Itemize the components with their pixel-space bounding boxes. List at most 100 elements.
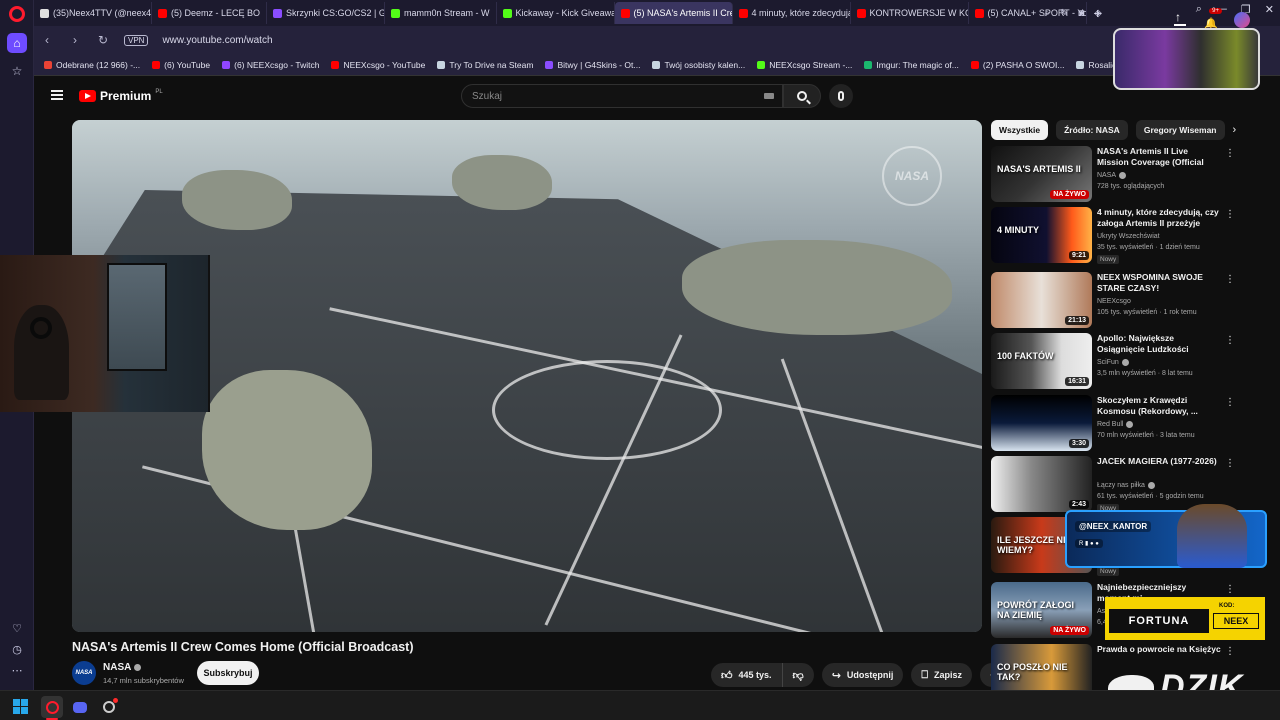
opera-logo-icon[interactable] (9, 6, 25, 22)
more-icon[interactable]: ⋯ (0, 664, 34, 677)
bookmark-item[interactable]: Odebrane (12 966) -... (44, 60, 140, 70)
channel-name[interactable]: NASA (103, 662, 142, 673)
browser-tab[interactable]: (5) Deemz - LECĘ BO (152, 2, 268, 24)
webcam-window (107, 263, 167, 371)
filter-chip[interactable]: Wszystkie (991, 120, 1049, 140)
recommendation-channel[interactable]: NASA (1097, 172, 1127, 179)
reload-icon[interactable]: ↻ (96, 33, 110, 47)
camera-icon[interactable]: ◙ (1078, 8, 1084, 19)
recommendation-item[interactable]: 3:30 Skoczyłem z Krawędzi Kosmosu (Rekord… (991, 395, 1241, 451)
star-icon[interactable]: ☆ (7, 61, 27, 81)
picture-in-picture[interactable] (1113, 28, 1260, 90)
vpn-badge[interactable]: VPN (124, 34, 149, 46)
zoom-icon[interactable]: ⌕ (1044, 8, 1050, 19)
shield-icon[interactable]: ◈ (1094, 8, 1102, 19)
voice-search-button[interactable] (829, 84, 853, 108)
kebab-menu-icon[interactable]: ⋮ (1225, 646, 1235, 657)
kebab-menu-icon[interactable]: ⋮ (1225, 209, 1235, 220)
keyboard-icon[interactable] (764, 93, 774, 99)
opera-taskbar-icon[interactable] (41, 696, 63, 718)
bookmark-item[interactable]: Imgur: The magic of... (864, 60, 959, 70)
channel-name-text[interactable]: NASA (103, 662, 131, 673)
history-icon[interactable]: ◷ (0, 643, 34, 656)
windows-start-icon[interactable] (13, 699, 28, 714)
bookmark-item[interactable]: (6) NEEXcsgo - Twitch (222, 60, 319, 70)
browser-tab[interactable]: KONTROWERSJE W KOŃC (851, 2, 969, 24)
back-icon[interactable]: ‹ (40, 33, 54, 47)
bookmark-label: (2) PASHA O SWOI... (982, 59, 1065, 70)
create-icon[interactable] (1174, 10, 1186, 26)
bookmark-favicon-icon (152, 60, 161, 69)
recommendation-item[interactable]: 100 FAKTÓW 16:31 Apollo: Największe Osiągn… (991, 333, 1241, 389)
recommendation-channel[interactable]: Ukryty Wszechświat (1097, 233, 1160, 240)
bookmark-item[interactable]: Try To Drive na Steam (437, 60, 533, 70)
recommendation-title[interactable]: NEEX WSPOMINA SWOJE STARE CZASY! (1097, 272, 1221, 294)
discord-taskbar-icon[interactable] (69, 696, 91, 718)
avatar[interactable] (1234, 12, 1250, 28)
browser-tab[interactable]: Kickaway - Kick Giveaway (497, 2, 615, 24)
recommendation-title[interactable]: JACEK MAGIERA (1977-2026) (1097, 456, 1221, 467)
recommendation-item[interactable]: 21:13 NEEX WSPOMINA SWOJE STARE CZASY! NEE… (991, 272, 1241, 328)
video-thumbnail[interactable]: 100 FAKTÓW 16:31 (991, 333, 1092, 389)
recommendation-item[interactable]: NASA'S ARTEMIS II NA ŻYWO NASA's Artemis I… (991, 146, 1241, 202)
recommendation-channel[interactable]: NEEXcsgo (1097, 298, 1131, 305)
save-label: Zapisz (934, 670, 963, 680)
app-taskbar-icon[interactable] (98, 696, 120, 718)
close-icon[interactable]: ✕ (1265, 3, 1274, 16)
fortuna-logo: FORTUNA (1109, 609, 1209, 633)
recommendation-title[interactable]: Prawda o powrocie na Księżyc (1097, 644, 1221, 655)
recommendation-channel[interactable]: Red Bull (1097, 421, 1134, 428)
home-icon[interactable]: ⌂ (7, 33, 27, 53)
recommendation-title[interactable]: NASA's Artemis II Live Mission Coverage … (1097, 146, 1221, 170)
video-thumbnail[interactable]: 2:43 (991, 456, 1092, 512)
kebab-menu-icon[interactable]: ⋮ (1225, 397, 1235, 408)
recommendation-channel[interactable]: Łączy nas piłka (1097, 482, 1155, 489)
kebab-menu-icon[interactable]: ⋮ (1225, 458, 1235, 469)
video-thumbnail[interactable]: 3:30 (991, 395, 1092, 451)
kebab-menu-icon[interactable]: ⋮ (1225, 148, 1235, 159)
video-thumbnail[interactable]: POWRÓT ZAŁOGI NA ZIEMIĘ NA ŻYWO (991, 582, 1092, 638)
chevron-right-icon[interactable]: › (1233, 124, 1237, 136)
duration-badge: 9:21 (1068, 251, 1089, 260)
recommendation-channel[interactable]: SciFun (1097, 359, 1129, 366)
kebab-menu-icon[interactable]: ⋮ (1225, 335, 1235, 346)
like-button[interactable]: 👍︎ 445 tys. (711, 663, 783, 687)
bookmark-item[interactable]: (2) PASHA O SWOI... (970, 59, 1065, 70)
recommendation-item[interactable]: 4 MINUTY 9:21 4 minuty, które zdecydują, c… (991, 207, 1241, 264)
browser-tab[interactable]: Skrzynki CS:GO/CS2 | G4S (267, 2, 386, 24)
bookmark-item[interactable]: NEEXcsgo - YouTube (331, 60, 425, 70)
save-button[interactable]: ⎕ Zapisz (911, 663, 973, 687)
recommendation-title[interactable]: Apollo: Największe Osiągnięcie Ludzkości (1097, 333, 1221, 355)
filter-chip[interactable]: Gregory Wiseman (1135, 120, 1225, 140)
bookmark-item[interactable]: NEEXcsgo Stream -... (757, 60, 852, 70)
bookmark-item[interactable]: (6) YouTube (152, 60, 210, 70)
subscribe-button[interactable]: Subskrybuj (197, 661, 259, 685)
browser-tab[interactable]: (35)Neex4TTV (@neex4tt (34, 2, 152, 24)
bookmark-item[interactable]: Bitwy | G4Skins - Ot... (545, 60, 640, 70)
browser-tab[interactable]: 4 minuty, które zdecydują (733, 2, 851, 24)
video-thumbnail[interactable]: NASA'S ARTEMIS II NA ŻYWO (991, 146, 1092, 202)
recommendation-title[interactable]: 4 minuty, które zdecydują, czy załoga Ar… (1097, 207, 1221, 229)
forward-icon[interactable]: › (68, 33, 82, 47)
video-thumbnail[interactable]: 4 MINUTY 9:21 (991, 207, 1092, 263)
youtube-logo[interactable]: Premium PL (79, 89, 163, 103)
url-field[interactable]: www.youtube.com/watch (162, 35, 272, 46)
filter-chip[interactable]: Źródło: NASA (1056, 120, 1128, 140)
kebab-menu-icon[interactable]: ⋮ (1225, 274, 1235, 285)
browser-tab[interactable]: (5) NASA's Artemis II Cre (614, 2, 733, 24)
dislike-button[interactable]: 👎︎ (782, 663, 814, 687)
search-box (461, 84, 783, 108)
browser-tab[interactable]: mamm0n Stream - W (385, 2, 497, 24)
recommendation-title[interactable]: Skoczyłem z Krawędzi Kosmosu (Rekordowy,… (1097, 395, 1221, 417)
channel-avatar[interactable]: NASA (72, 661, 96, 685)
search-button[interactable] (783, 84, 821, 108)
video-thumbnail[interactable]: 21:13 (991, 272, 1092, 328)
heart-icon[interactable]: ♡ (0, 622, 34, 635)
notifications-icon[interactable]: 9+ (1204, 7, 1222, 27)
edit-icon[interactable]: ✎ (1060, 8, 1068, 19)
bookmark-item[interactable]: Twój osobisty kalen... (652, 60, 745, 70)
menu-icon[interactable] (51, 90, 63, 100)
search-input[interactable] (472, 90, 752, 102)
kebab-menu-icon[interactable]: ⋮ (1225, 584, 1235, 595)
share-button[interactable]: ↪ Udostępnij (821, 663, 904, 687)
